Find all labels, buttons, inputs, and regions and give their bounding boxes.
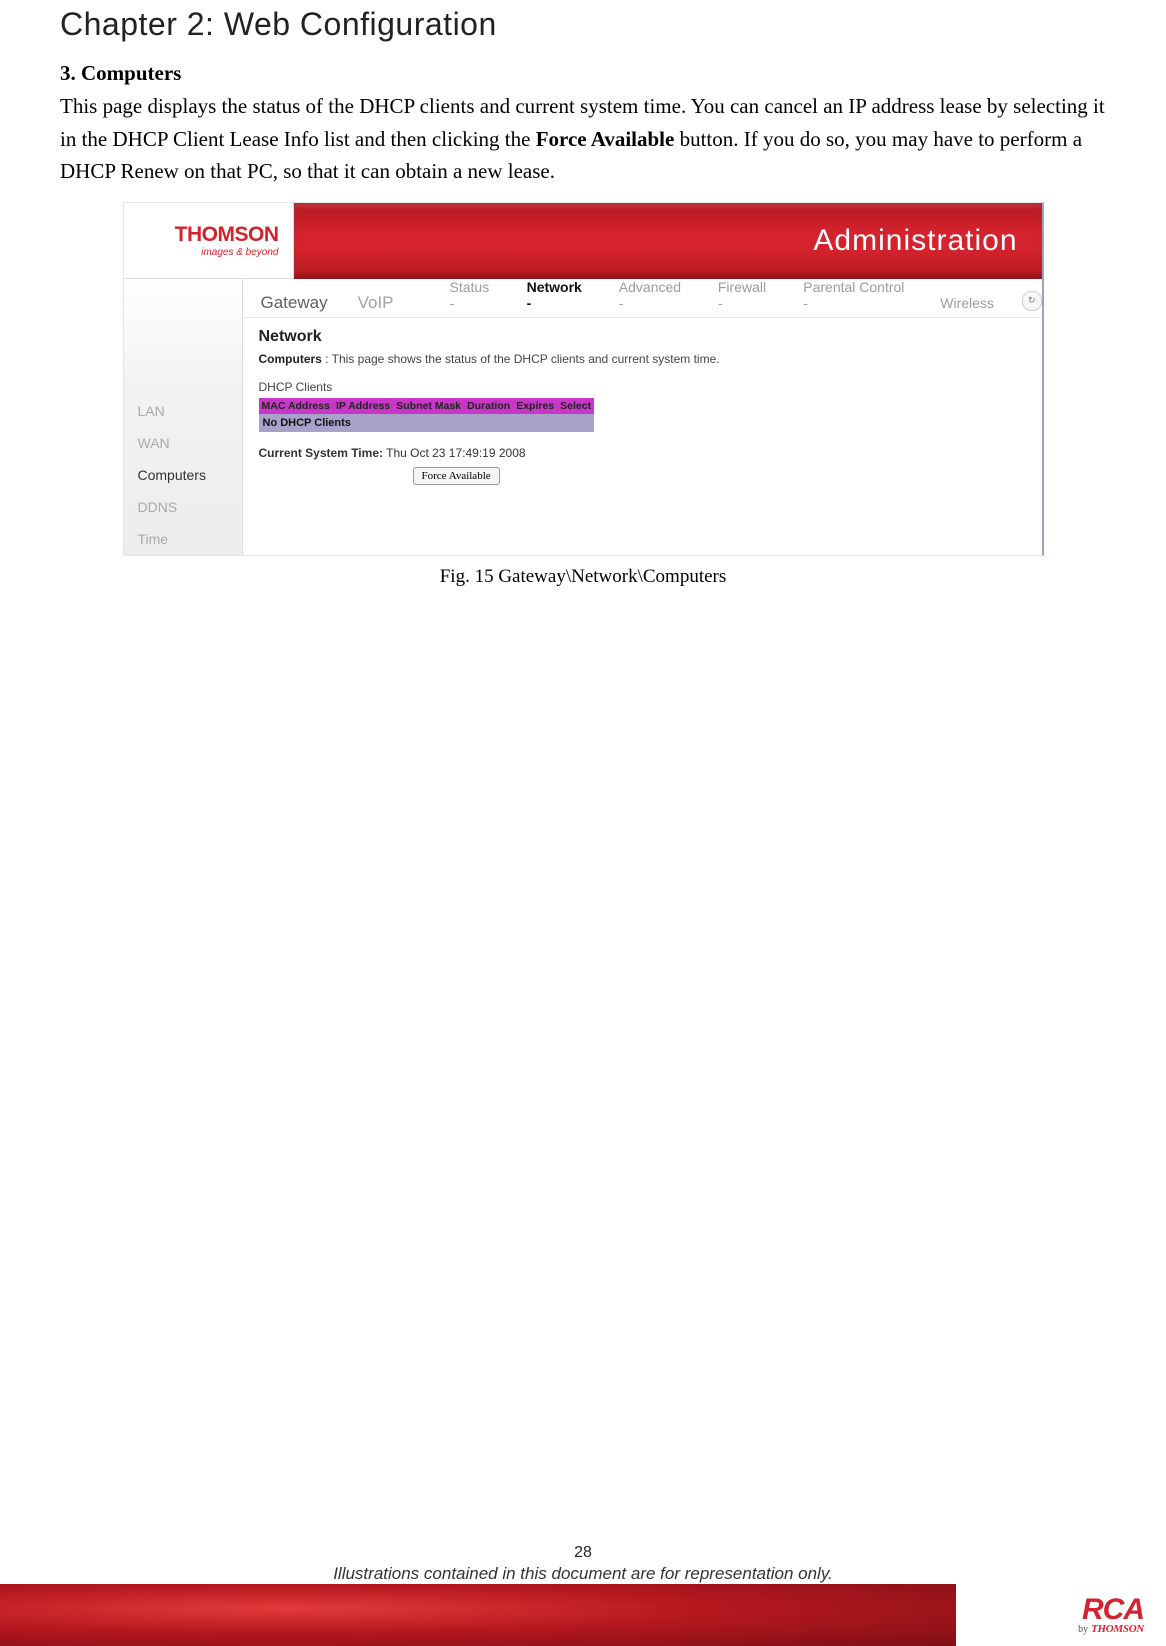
rca-logo: RCA [1082,1596,1144,1623]
table-row[interactable]: No DHCP Clients [259,414,595,432]
desc-label: Computers [259,352,322,366]
table-header-row: MAC Address IP Address Subnet Mask Durat… [259,398,595,414]
sidebar-item-ddns[interactable]: DDNS [124,491,242,523]
page-number: 28 [0,1544,1166,1562]
col-expires: Expires [513,398,557,414]
sidebar: LAN WAN Computers DDNS Time [124,279,243,555]
system-time: Current System Time: Thu Oct 23 17:49:19… [243,440,1042,464]
brand-tagline: images & beyond [201,247,278,258]
chapter-title: Chapter 2: Web Configuration [60,0,1106,43]
page-description: Computers : This page shows the status o… [243,350,1042,380]
col-ip: IP Address [333,398,393,414]
paragraph-bold: Force Available [536,127,675,151]
sidebar-item-computers[interactable]: Computers [124,459,242,491]
dhcp-table: MAC Address IP Address Subnet Mask Durat… [259,398,595,432]
screenshot-header: THOMSON images & beyond Administration [124,203,1042,279]
system-time-value: Thu Oct 23 17:49:19 2008 [386,446,525,460]
by-thomson: byTHOMSON [1078,1623,1144,1635]
header-bar: Administration [294,203,1042,279]
col-mac: MAC Address [259,398,333,414]
no-clients-cell: No DHCP Clients [259,414,595,432]
refresh-icon[interactable]: ↻ [1022,291,1042,311]
sidebar-item-lan[interactable]: LAN [124,395,242,427]
tab-status[interactable]: Status - [442,271,505,317]
col-subnet: Subnet Mask [393,398,464,414]
sidebar-item-wan[interactable]: WAN [124,427,242,459]
footer-logo: RCA byTHOMSON [956,1584,1166,1646]
tab-voip[interactable]: VoIP [350,285,402,317]
by-label: by [1078,1624,1088,1635]
admin-screenshot: THOMSON images & beyond Administration L… [123,202,1044,556]
section-heading: 3. Computers [60,61,1106,86]
dhcp-clients-label: DHCP Clients [243,380,1042,398]
tab-firewall[interactable]: Firewall - [710,271,781,317]
col-select: Select [557,398,594,414]
main-panel: Gateway VoIP Status - Network - Advanced… [243,279,1042,555]
force-available-button[interactable]: Force Available [413,467,500,485]
page-footer: 28 Illustrations contained in this docum… [0,1544,1166,1646]
tab-advanced[interactable]: Advanced - [611,271,696,317]
tab-wireless[interactable]: Wireless [932,287,1002,317]
desc-sep: : [322,352,332,366]
brand-name: THOMSON [175,224,279,245]
system-time-label: Current System Time: [259,446,383,460]
figure-caption: Fig. 15 Gateway\Network\Computers [60,566,1106,588]
tab-parental-control[interactable]: Parental Control - [795,271,918,317]
header-title: Administration [813,224,1017,258]
sidebar-item-time[interactable]: Time [124,523,242,555]
page-title: Network [243,318,1042,350]
brand-logo: THOMSON images & beyond [124,203,294,279]
footer-note: Illustrations contained in this document… [0,1564,1166,1584]
col-duration: Duration [464,398,513,414]
tab-network[interactable]: Network - [519,271,597,317]
nav-tabs: Gateway VoIP Status - Network - Advanced… [243,279,1042,318]
section-paragraph: This page displays the status of the DHC… [60,90,1106,188]
desc-text: This page shows the status of the DHCP c… [332,352,720,366]
footer-red-band [0,1584,956,1646]
tab-gateway[interactable]: Gateway [253,285,336,317]
thomson-label: THOMSON [1091,1623,1144,1635]
